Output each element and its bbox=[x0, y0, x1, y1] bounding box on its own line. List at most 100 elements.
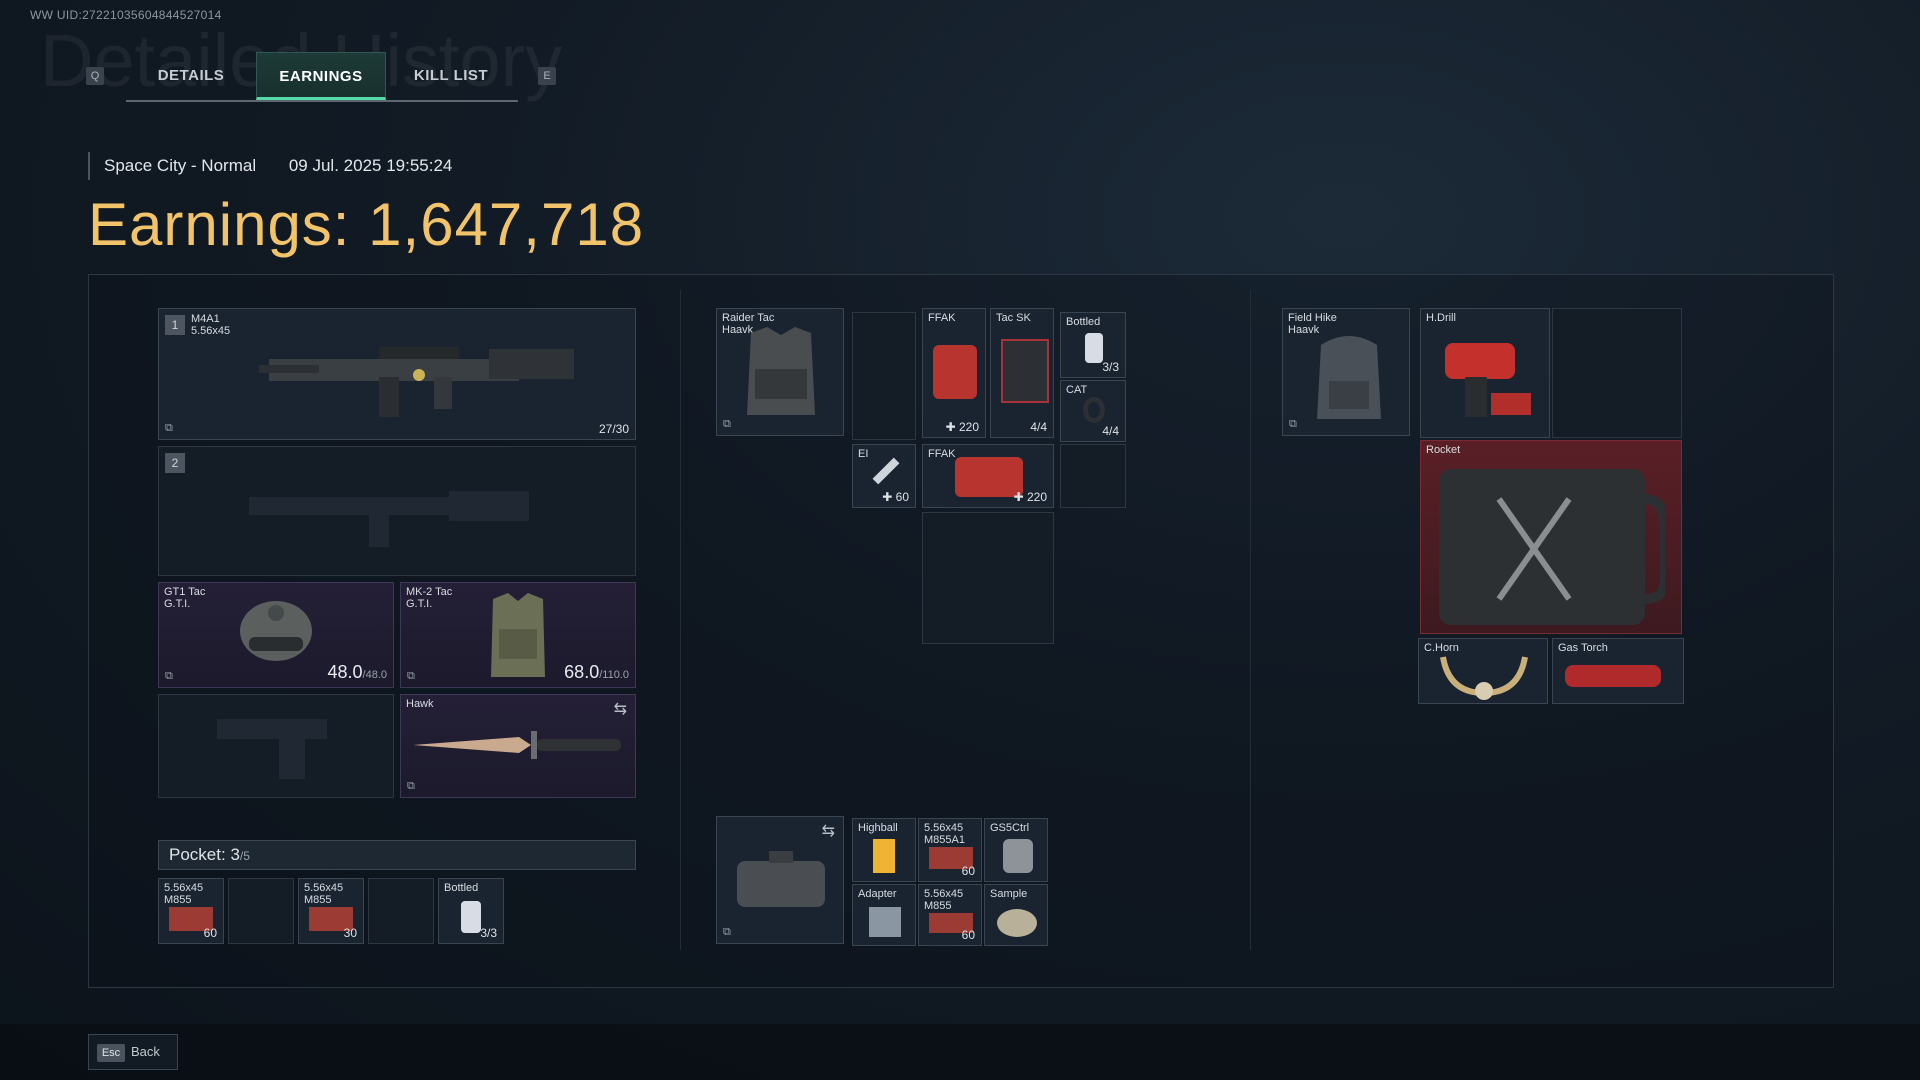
item-quantity: ✚ 220 bbox=[1013, 490, 1047, 504]
tab-earnings[interactable]: EARNINGS bbox=[256, 52, 386, 100]
column-divider bbox=[1250, 290, 1251, 950]
tab-details[interactable]: DETAILS bbox=[126, 52, 256, 100]
armor-durability: 68.0/110.0 bbox=[564, 662, 629, 682]
back-label: Back bbox=[131, 1044, 160, 1059]
rig-cell-empty[interactable] bbox=[1060, 444, 1126, 508]
helmet-icon bbox=[240, 601, 312, 661]
backpack-item-h-drill[interactable]: H.Drill bbox=[1420, 308, 1550, 438]
rig-item-ffak[interactable]: FFAK ✚ 220 bbox=[922, 308, 986, 438]
backpack-item-gas-torch[interactable]: Gas Torch bbox=[1552, 638, 1684, 704]
case-item-ammo[interactable]: 5.56x45 M855A1 60 bbox=[918, 818, 982, 882]
slot-number-badge: 2 bbox=[165, 453, 185, 473]
surgical-kit-icon bbox=[1001, 339, 1049, 403]
secure-case-icon bbox=[737, 851, 825, 907]
insured-icon: ⧉ bbox=[723, 926, 731, 938]
gas-torch-icon bbox=[1565, 665, 1661, 687]
rig-item-bottled[interactable]: Bottled 3/3 bbox=[1060, 312, 1126, 378]
backpack-cell-empty[interactable] bbox=[1552, 308, 1682, 438]
rig-cell-empty[interactable] bbox=[852, 312, 916, 440]
bottle-icon bbox=[461, 901, 481, 933]
weapon-name: M4A1 bbox=[191, 313, 220, 325]
rig-item-ei[interactable]: EI ✚ 60 bbox=[852, 444, 916, 508]
footer-bar bbox=[0, 1024, 1920, 1080]
helmet-name: GT1 Tac bbox=[164, 586, 206, 598]
pocket-item-empty[interactable] bbox=[228, 878, 294, 944]
medkit-icon bbox=[933, 345, 977, 399]
helmet-slot[interactable]: GT1 Tac G.T.I. ⧉ 48.0/48.0 bbox=[158, 582, 394, 688]
backpack-item-c-horn[interactable]: C.Horn bbox=[1418, 638, 1548, 704]
armor-brand: G.T.I. bbox=[406, 598, 433, 610]
drill-icon bbox=[1445, 343, 1531, 417]
tab-kill-list[interactable]: KILL LIST bbox=[386, 52, 516, 100]
rig-cell-empty[interactable] bbox=[922, 512, 1054, 644]
pocket-item[interactable]: 5.56x45 M855 30 bbox=[298, 878, 364, 944]
case-item-ammo[interactable]: 5.56x45 M855 60 bbox=[918, 884, 982, 946]
helmet-brand: G.T.I. bbox=[164, 598, 191, 610]
slot-number-badge: 1 bbox=[165, 315, 185, 335]
body-armor-icon bbox=[491, 593, 545, 677]
insured-icon: ⧉ bbox=[165, 422, 173, 434]
injector-icon bbox=[872, 457, 900, 485]
pocket-item-empty[interactable] bbox=[368, 878, 434, 944]
melee-name: Hawk bbox=[406, 698, 434, 710]
prev-tab-key[interactable]: Q bbox=[86, 67, 104, 85]
column-divider bbox=[680, 290, 681, 950]
backpack-slot[interactable]: Field Hike Haavk ⧉ bbox=[1282, 308, 1410, 436]
pocket-count: 3 bbox=[230, 845, 240, 864]
backpack-icon bbox=[1317, 336, 1381, 419]
secure-case-slot[interactable]: ⇆ ⧉ bbox=[716, 816, 844, 944]
chest-rig-icon bbox=[747, 327, 815, 415]
esc-key: Esc bbox=[97, 1043, 125, 1062]
insured-icon: ⧉ bbox=[1289, 418, 1297, 430]
melee-slot[interactable]: Hawk ⇆ ⧉ bbox=[400, 694, 636, 798]
map-name: Space City - Normal bbox=[104, 156, 257, 175]
tourniquet-icon bbox=[1083, 397, 1105, 423]
match-datetime: 09 Jul. 2025 19:55:24 bbox=[288, 156, 453, 175]
insured-icon: ⧉ bbox=[407, 780, 415, 792]
primary-weapon-slot[interactable]: 1 M4A1 5.56x45 ⧉ 27/30 bbox=[158, 308, 636, 440]
item-quantity: ✚ 60 bbox=[882, 490, 909, 504]
pistol-silhouette-icon bbox=[217, 719, 327, 779]
rig-item-tac-sk[interactable]: Tac SK 4/4 bbox=[990, 308, 1054, 438]
swap-icon[interactable]: ⇆ bbox=[822, 821, 835, 841]
pocket-label: Pocket: bbox=[169, 845, 226, 864]
secondary-weapon-slot[interactable]: 2 bbox=[158, 446, 636, 576]
backpack-name: Field Hike bbox=[1288, 312, 1337, 324]
body-armor-slot[interactable]: MK-2 Tac G.T.I. ⧉ 68.0/110.0 bbox=[400, 582, 636, 688]
insured-icon: ⧉ bbox=[165, 670, 173, 682]
earnings-total: Earnings: 1,647,718 bbox=[88, 190, 644, 259]
bottle-icon bbox=[1085, 333, 1103, 363]
pocket-item[interactable]: Bottled 3/3 bbox=[438, 878, 504, 944]
tab-bar: DETAILS EARNINGS KILL LIST bbox=[126, 52, 518, 102]
rig-item-cat[interactable]: CAT 4/4 bbox=[1060, 380, 1126, 442]
back-button[interactable]: Esc Back bbox=[88, 1034, 178, 1070]
chest-rig-slot[interactable]: Raider Tac Haavk ⧉ bbox=[716, 308, 844, 436]
pocket-max: /5 bbox=[239, 849, 250, 863]
horn-icon bbox=[1440, 656, 1528, 700]
pocket-item[interactable]: 5.56x45 M855 60 bbox=[158, 878, 224, 944]
next-tab-key[interactable]: E bbox=[538, 67, 556, 85]
rig-item-ffak[interactable]: FFAK ✚ 220 bbox=[922, 444, 1054, 508]
backpack-item-rocket[interactable]: Rocket bbox=[1420, 440, 1682, 634]
swap-icon[interactable]: ⇆ bbox=[614, 699, 627, 719]
helmet-durability: 48.0/48.0 bbox=[327, 662, 387, 682]
case-item-highball[interactable]: Highball bbox=[852, 818, 916, 882]
case-item-adapter[interactable]: Adapter bbox=[852, 884, 916, 946]
rifle-silhouette-icon bbox=[249, 491, 529, 547]
sample-jar-icon bbox=[997, 909, 1037, 937]
knife-icon bbox=[413, 731, 621, 759]
insured-icon: ⧉ bbox=[407, 670, 415, 682]
item-quantity: ✚ 220 bbox=[945, 420, 979, 434]
earnings-value: 1,647,718 bbox=[368, 191, 645, 258]
controller-icon bbox=[1003, 839, 1033, 873]
drink-icon bbox=[873, 839, 895, 873]
earnings-label: Earnings: bbox=[88, 191, 351, 258]
rifle-icon bbox=[259, 347, 574, 417]
pocket-header: Pocket: 3/5 bbox=[158, 840, 636, 870]
match-info: Space City - Normal 09 Jul. 2025 19:55:2… bbox=[88, 152, 480, 180]
weapon-caliber: 5.56x45 bbox=[191, 325, 231, 337]
case-item-gs5[interactable]: GS5Ctrl bbox=[984, 818, 1048, 882]
armor-name: MK-2 Tac bbox=[406, 586, 453, 598]
case-item-sample[interactable]: Sample bbox=[984, 884, 1048, 946]
pistol-slot[interactable] bbox=[158, 694, 394, 798]
